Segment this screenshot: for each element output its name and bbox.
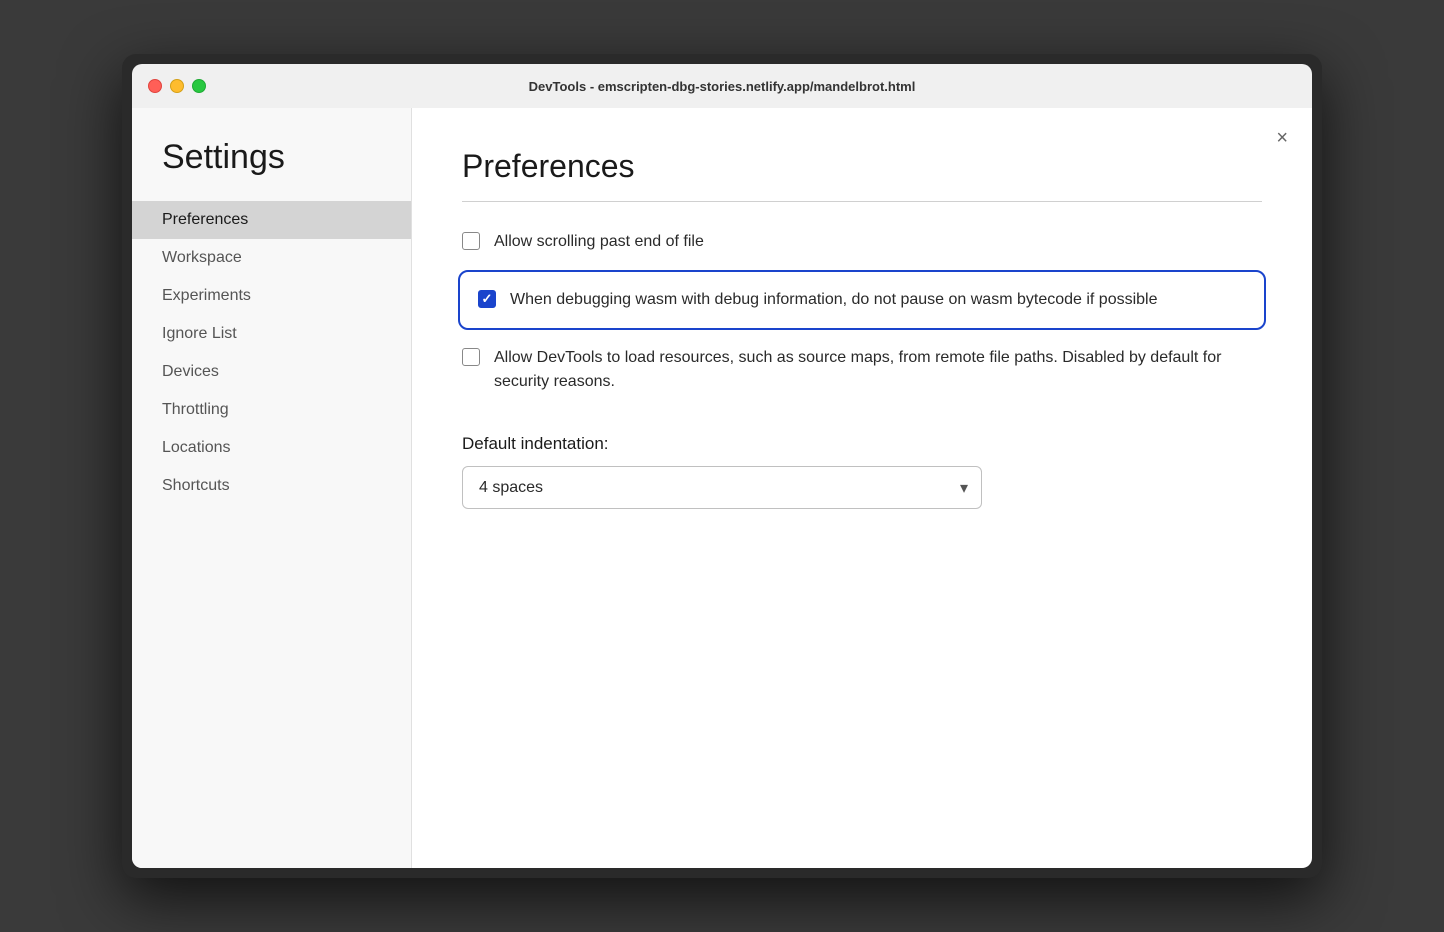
sidebar-item-experiments[interactable]: Experiments — [132, 277, 411, 315]
indentation-section: Default indentation: 2 spaces 4 spaces 8… — [462, 424, 1262, 509]
section-title: Preferences — [462, 148, 1262, 185]
window-title: DevTools - emscripten-dbg-stories.netlif… — [529, 79, 916, 94]
sidebar-item-ignore-list[interactable]: Ignore List — [132, 315, 411, 353]
window: DevTools - emscripten-dbg-stories.netlif… — [122, 54, 1322, 878]
setting-scroll-past-end-label: Allow scrolling past end of file — [494, 230, 704, 254]
window-content: Settings Preferences Workspace Experimen… — [132, 108, 1312, 868]
setting-remote-paths: Allow DevTools to load resources, such a… — [462, 346, 1262, 394]
close-traffic-light[interactable] — [148, 79, 162, 93]
traffic-lights — [148, 79, 206, 93]
sidebar-item-shortcuts[interactable]: Shortcuts — [132, 467, 411, 505]
sidebar-item-workspace[interactable]: Workspace — [132, 239, 411, 277]
indentation-select[interactable]: 2 spaces 4 spaces 8 spaces Tab character — [462, 466, 982, 509]
sidebar-item-throttling[interactable]: Throttling — [132, 391, 411, 429]
minimize-traffic-light[interactable] — [170, 79, 184, 93]
main-content: × Preferences Allow scrolling past end o… — [412, 108, 1312, 868]
setting-scroll-past-end: Allow scrolling past end of file — [462, 230, 1262, 254]
title-bar: DevTools - emscripten-dbg-stories.netlif… — [132, 64, 1312, 108]
settings-title: Settings — [132, 138, 411, 201]
setting-remote-paths-label: Allow DevTools to load resources, such a… — [494, 346, 1262, 394]
setting-wasm-debug-label: When debugging wasm with debug informati… — [510, 288, 1158, 312]
indentation-select-wrapper: 2 spaces 4 spaces 8 spaces Tab character… — [462, 466, 982, 509]
sidebar: Settings Preferences Workspace Experimen… — [132, 108, 412, 868]
close-button[interactable]: × — [1276, 128, 1288, 148]
checkbox-scroll-past-end[interactable] — [462, 232, 480, 250]
sidebar-item-locations[interactable]: Locations — [132, 429, 411, 467]
sidebar-item-devices[interactable]: Devices — [132, 353, 411, 391]
settings-list: Allow scrolling past end of file When de… — [462, 230, 1262, 509]
checkbox-wasm-debug[interactable] — [478, 290, 496, 308]
maximize-traffic-light[interactable] — [192, 79, 206, 93]
checkbox-remote-paths[interactable] — [462, 348, 480, 366]
indentation-label: Default indentation: — [462, 434, 1262, 454]
section-divider — [462, 201, 1262, 202]
setting-wasm-debug: When debugging wasm with debug informati… — [458, 270, 1266, 330]
sidebar-item-preferences[interactable]: Preferences — [132, 201, 411, 239]
